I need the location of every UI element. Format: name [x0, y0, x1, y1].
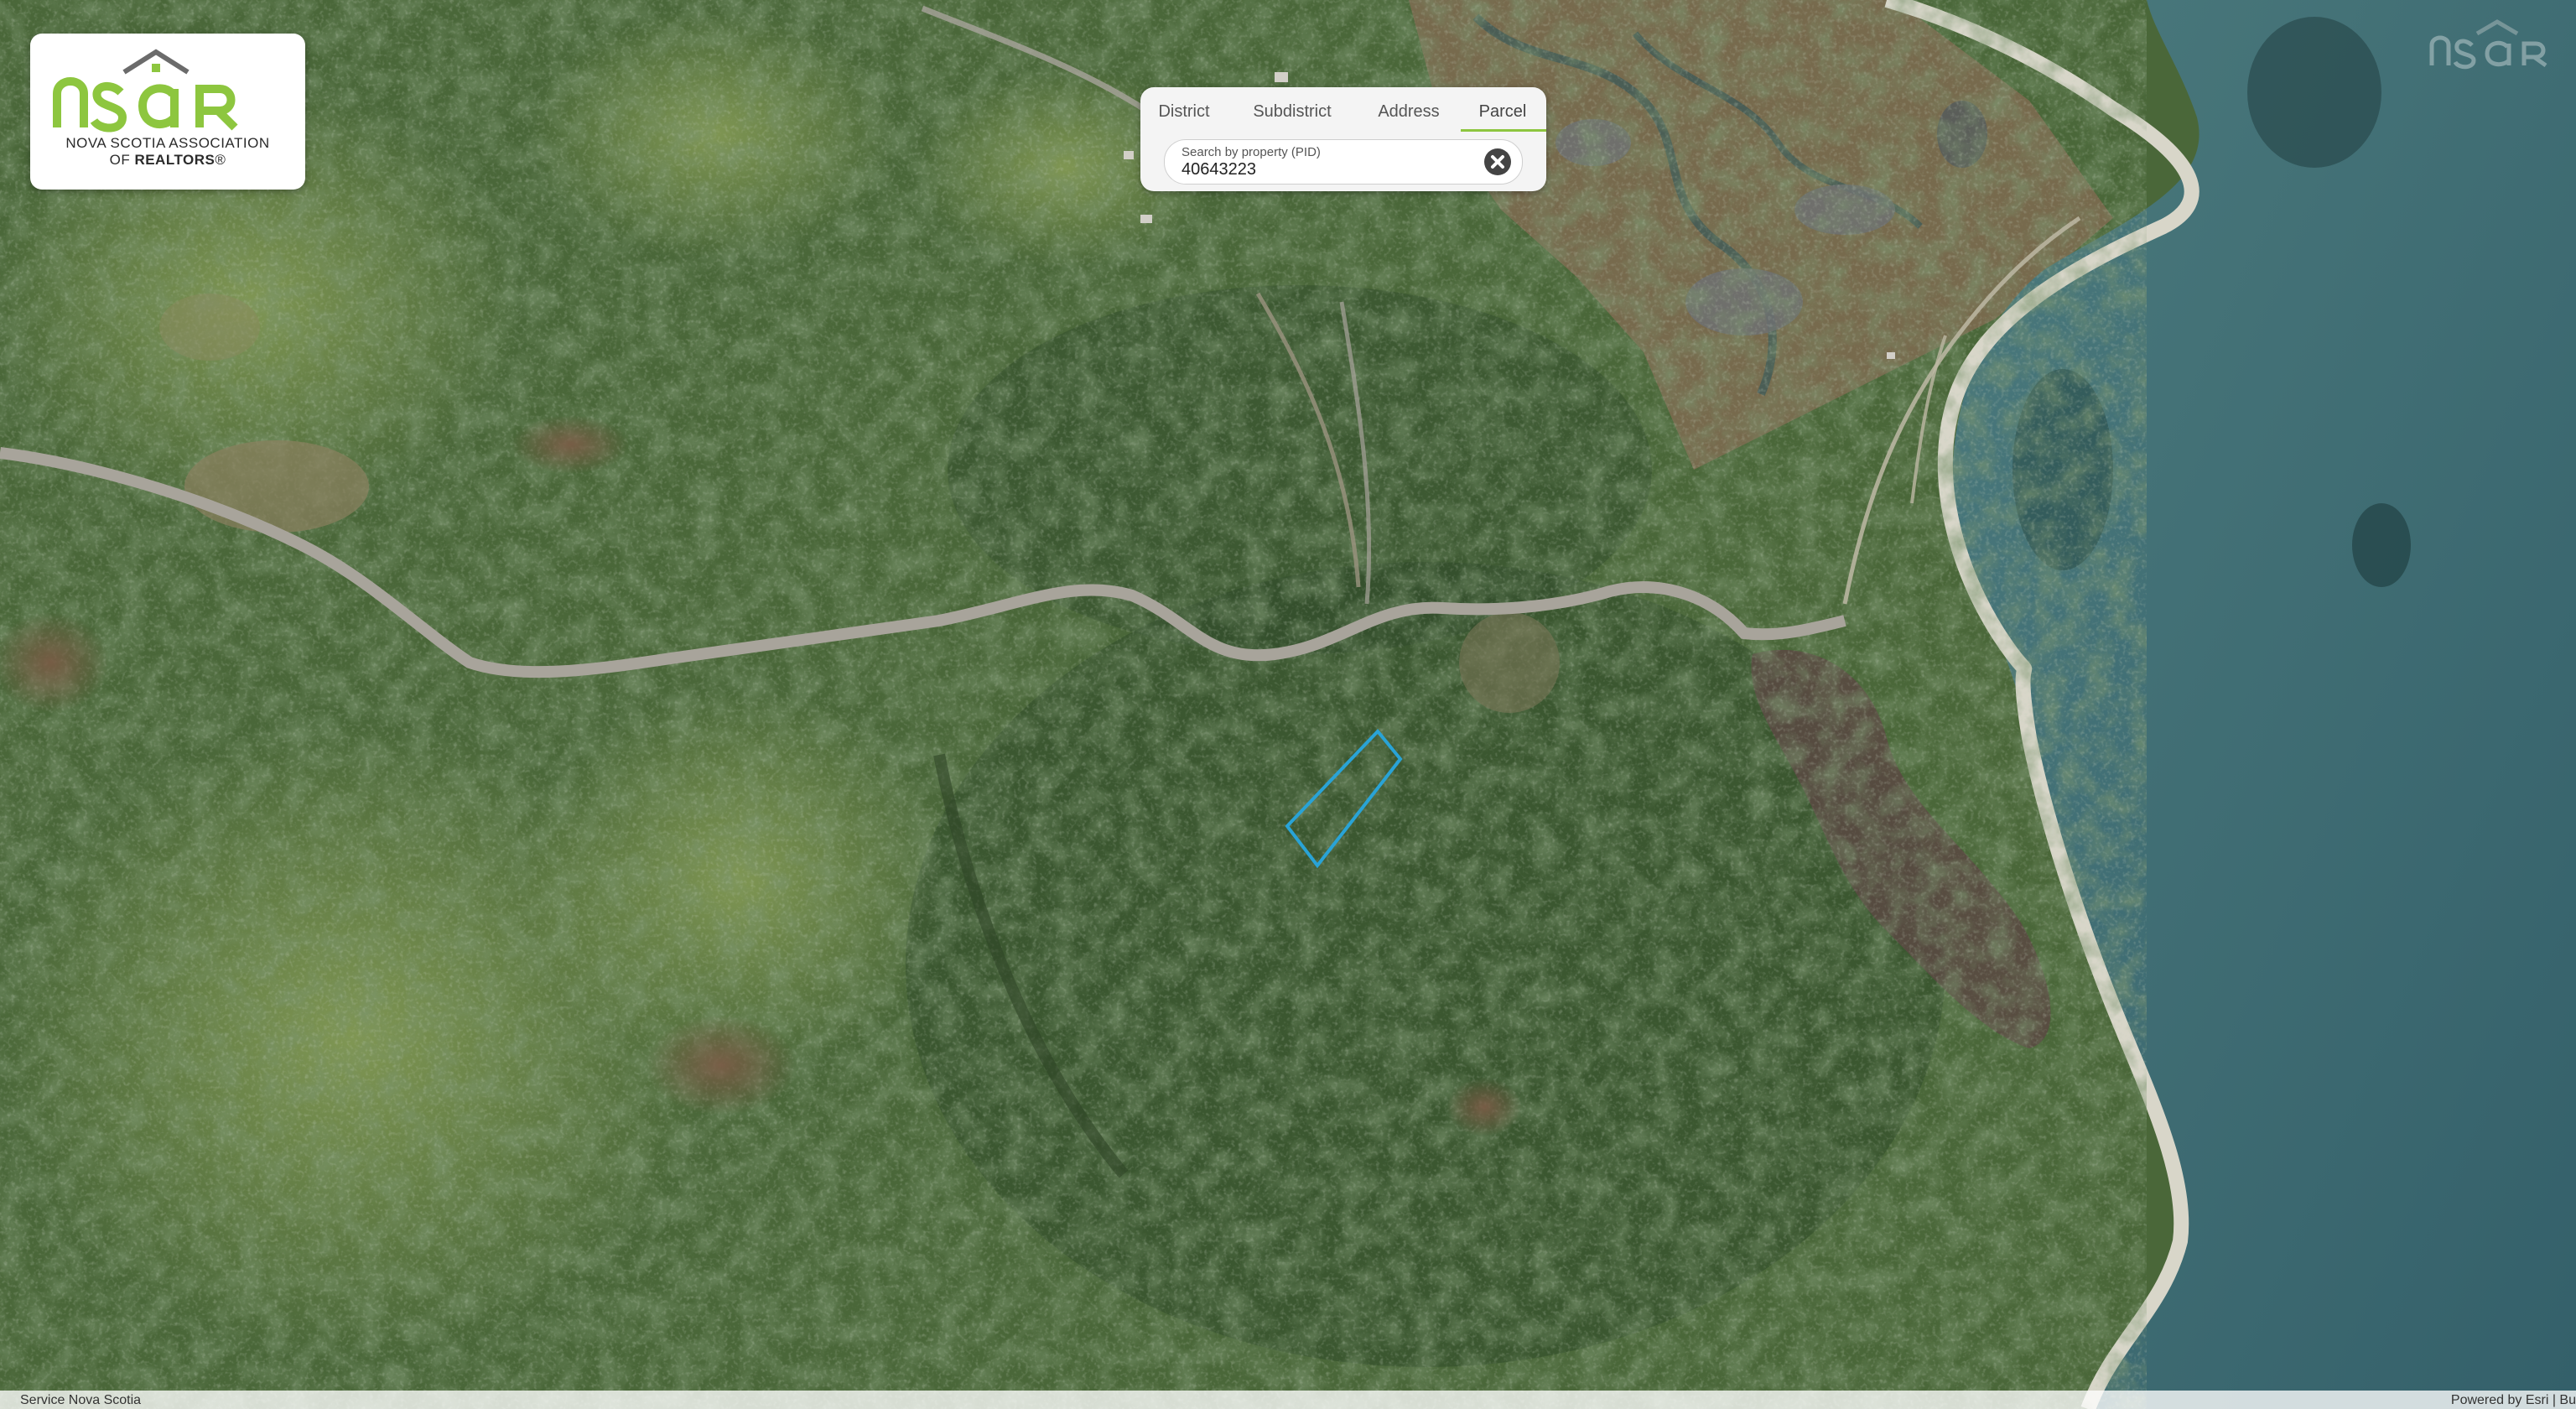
logo-letter-r: [195, 85, 238, 131]
clearing: [646, 1015, 797, 1115]
satellite-imagery[interactable]: [0, 0, 2576, 1409]
logo-letter-s: [90, 81, 127, 133]
building: [1124, 151, 1134, 159]
nsar-watermark: [2429, 19, 2547, 70]
kelp-bed: [2247, 17, 2381, 168]
pid-search-input[interactable]: [1182, 159, 1458, 179]
clearing: [159, 294, 260, 361]
building: [1275, 72, 1288, 82]
search-panel: District Subdistrict Address Parcel Sear…: [1140, 87, 1546, 191]
attribution-bar: Service Nova Scotia Powered by Esri | Bu: [0, 1391, 2576, 1409]
canopy-texture: [0, 0, 2147, 1409]
tab-subdistrict[interactable]: Subdistrict: [1239, 97, 1345, 126]
nsar-logo: NOVA SCOTIA ASSOCIATION OF REALTORS®: [30, 34, 305, 190]
logo-letter-a: [138, 84, 179, 128]
pid-search-field[interactable]: Search by property (PID): [1164, 139, 1523, 185]
logo-line-1: NOVA SCOTIA ASSOCIATION: [65, 135, 270, 151]
clearing: [1459, 612, 1560, 713]
logo-letter-n: [53, 77, 88, 127]
close-circle-icon[interactable]: [1483, 148, 1512, 176]
clearing: [512, 415, 629, 474]
clearing: [1446, 1078, 1522, 1136]
building: [1887, 352, 1895, 359]
attribution-source: Service Nova Scotia: [20, 1393, 142, 1407]
map-canvas[interactable]: NOVA SCOTIA ASSOCIATION OF REALTORS® Dis…: [0, 0, 2576, 1409]
building: [1140, 215, 1152, 223]
active-tab-indicator: [1461, 129, 1546, 132]
search-label: Search by property (PID): [1182, 145, 1321, 159]
tab-parcel[interactable]: Parcel: [1461, 97, 1545, 126]
kelp-bed: [2352, 503, 2411, 587]
search-tabs: District Subdistrict Address Parcel: [1140, 87, 1546, 133]
tab-district[interactable]: District: [1150, 97, 1218, 126]
clearing: [184, 440, 369, 533]
tab-address[interactable]: Address: [1367, 97, 1451, 126]
logo-line-2: OF REALTORS®: [109, 152, 226, 168]
attribution-powered-by[interactable]: Powered by Esri | Bu: [2451, 1393, 2576, 1408]
